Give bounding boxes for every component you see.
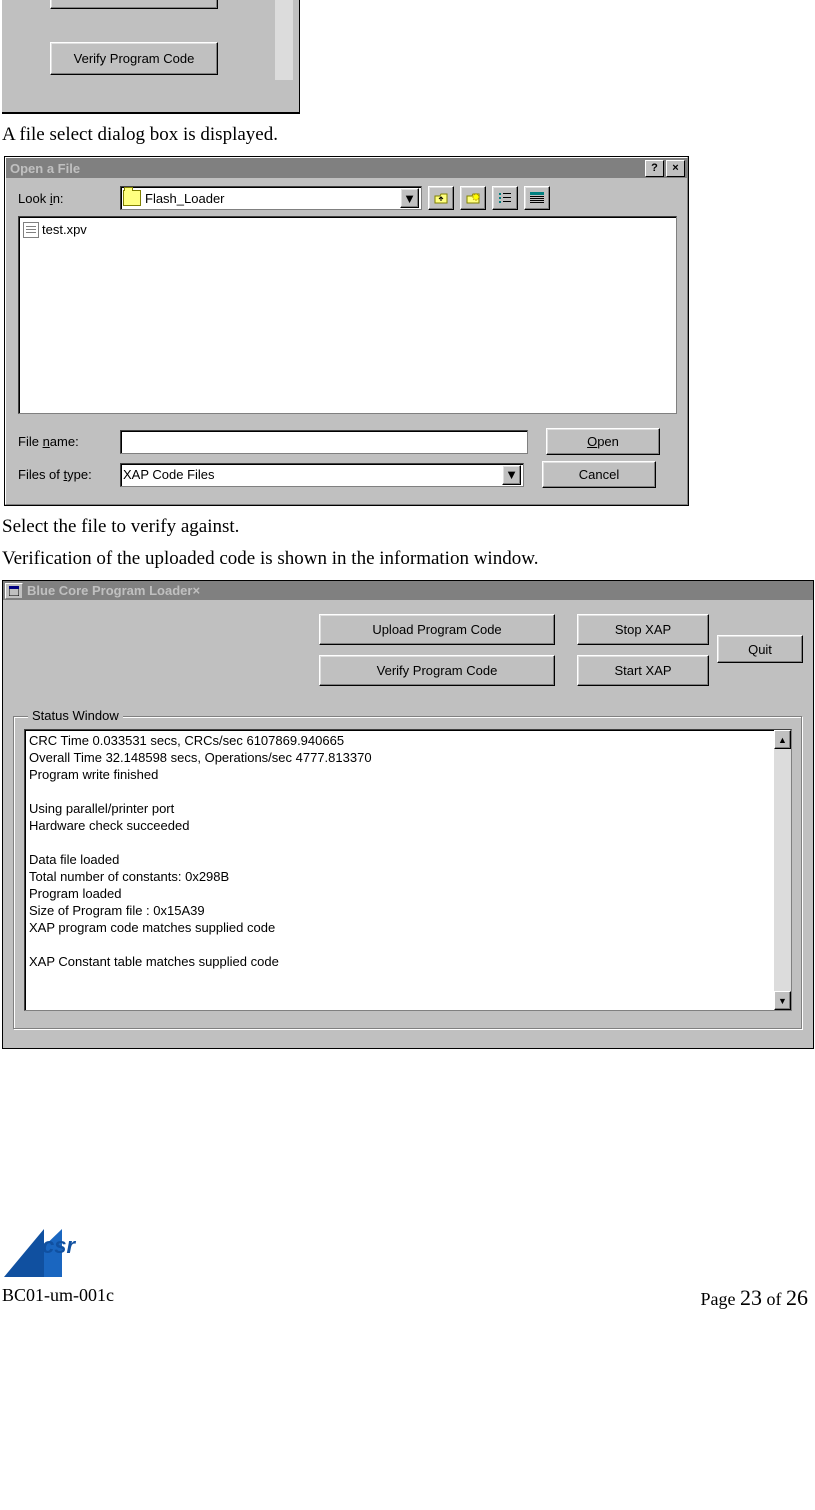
filename-input[interactable] [120, 430, 528, 454]
list-icon [498, 192, 512, 204]
scrollbar-fragment [275, 0, 293, 80]
status-textarea[interactable]: CRC Time 0.033531 secs, CRCs/sec 6107869… [24, 729, 792, 1011]
scroll-down-button[interactable]: ▼ [774, 991, 791, 1010]
open-button[interactable]: Open [546, 428, 660, 455]
button-label: Start XAP [614, 663, 671, 678]
close-button[interactable]: × [192, 583, 200, 598]
titlebar: Blue Core Program Loader × [3, 581, 813, 600]
page-number: Page 23 of 26 [701, 1285, 809, 1311]
dropdown-button[interactable]: ▼ [502, 465, 521, 485]
cancel-button[interactable]: Cancel [542, 461, 656, 488]
file-list-item[interactable]: test.xpv [23, 221, 672, 238]
csr-logo: csr [4, 1229, 94, 1279]
titlebar: Open a File ? × [6, 158, 687, 178]
folder-icon [123, 190, 141, 206]
new-folder-icon [466, 192, 480, 204]
file-list[interactable]: test.xpv [18, 216, 677, 414]
look-in-combo[interactable]: Flash_Loader ▼ [120, 186, 422, 210]
new-folder-button[interactable] [460, 186, 486, 210]
button-label: Upload Program Code [372, 622, 501, 637]
upload-program-code-button[interactable]: Upload Program Code [50, 0, 218, 9]
vertical-scrollbar[interactable]: ▲ ▼ [774, 730, 791, 1010]
look-in-label: Look in: [18, 191, 120, 206]
titlebar-text: Open a File [10, 161, 80, 176]
body-text: Verification of the uploaded code is sho… [2, 548, 810, 570]
page-footer: csr BC01-um-001c Page 23 of 26 [0, 1229, 810, 1319]
body-text: Select the file to verify against. [2, 516, 810, 538]
verify-program-code-button[interactable]: Verify Program Code [50, 42, 218, 75]
titlebar-text: Blue Core Program Loader [27, 583, 192, 598]
group-legend: Status Window [28, 708, 123, 723]
button-label: Cancel [579, 467, 619, 482]
upload-program-code-button[interactable]: Upload Program Code [319, 614, 555, 645]
button-label: Verify Program Code [377, 663, 498, 678]
details-icon [530, 192, 544, 204]
list-view-button[interactable] [492, 186, 518, 210]
look-in-value: Flash_Loader [145, 191, 225, 206]
logo-text: csr [42, 1233, 75, 1259]
button-label: Stop XAP [615, 622, 671, 637]
dropdown-button[interactable]: ▼ [400, 188, 419, 208]
filename-label: File name: [18, 434, 120, 449]
window-fragment: Upload Program Code Verify Program Code [2, 0, 300, 114]
up-one-level-button[interactable] [428, 186, 454, 210]
program-loader-window: Blue Core Program Loader × Upload Progra… [2, 580, 814, 1049]
button-label: Verify Program Code [74, 51, 195, 66]
details-view-button[interactable] [524, 186, 550, 210]
scroll-up-button[interactable]: ▲ [774, 730, 791, 749]
verify-program-code-button[interactable]: Verify Program Code [319, 655, 555, 686]
body-text: A file select dialog box is displayed. [2, 124, 810, 146]
filetype-combo[interactable]: XAP Code Files ▼ [120, 463, 524, 487]
file-icon [23, 222, 39, 238]
status-content: CRC Time 0.033531 secs, CRCs/sec 6107869… [25, 730, 774, 1010]
window-icon [5, 583, 23, 599]
document-id: BC01-um-001c [2, 1285, 114, 1311]
open-file-dialog: Open a File ? × Look in: Flash_Loader ▼ [4, 156, 689, 506]
help-button[interactable]: ? [645, 160, 664, 177]
filetype-label: Files of type: [18, 467, 120, 482]
stop-xap-button[interactable]: Stop XAP [577, 614, 709, 645]
status-window-group: Status Window CRC Time 0.033531 secs, CR… [13, 716, 803, 1030]
scroll-track[interactable] [774, 749, 791, 991]
button-label: Quit [748, 642, 772, 657]
up-folder-icon [434, 192, 448, 204]
start-xap-button[interactable]: Start XAP [577, 655, 709, 686]
filetype-value: XAP Code Files [123, 467, 215, 482]
file-item-name: test.xpv [42, 222, 87, 237]
quit-button[interactable]: Quit [717, 635, 803, 663]
button-label: Open [587, 434, 619, 449]
close-button[interactable]: × [666, 160, 685, 177]
